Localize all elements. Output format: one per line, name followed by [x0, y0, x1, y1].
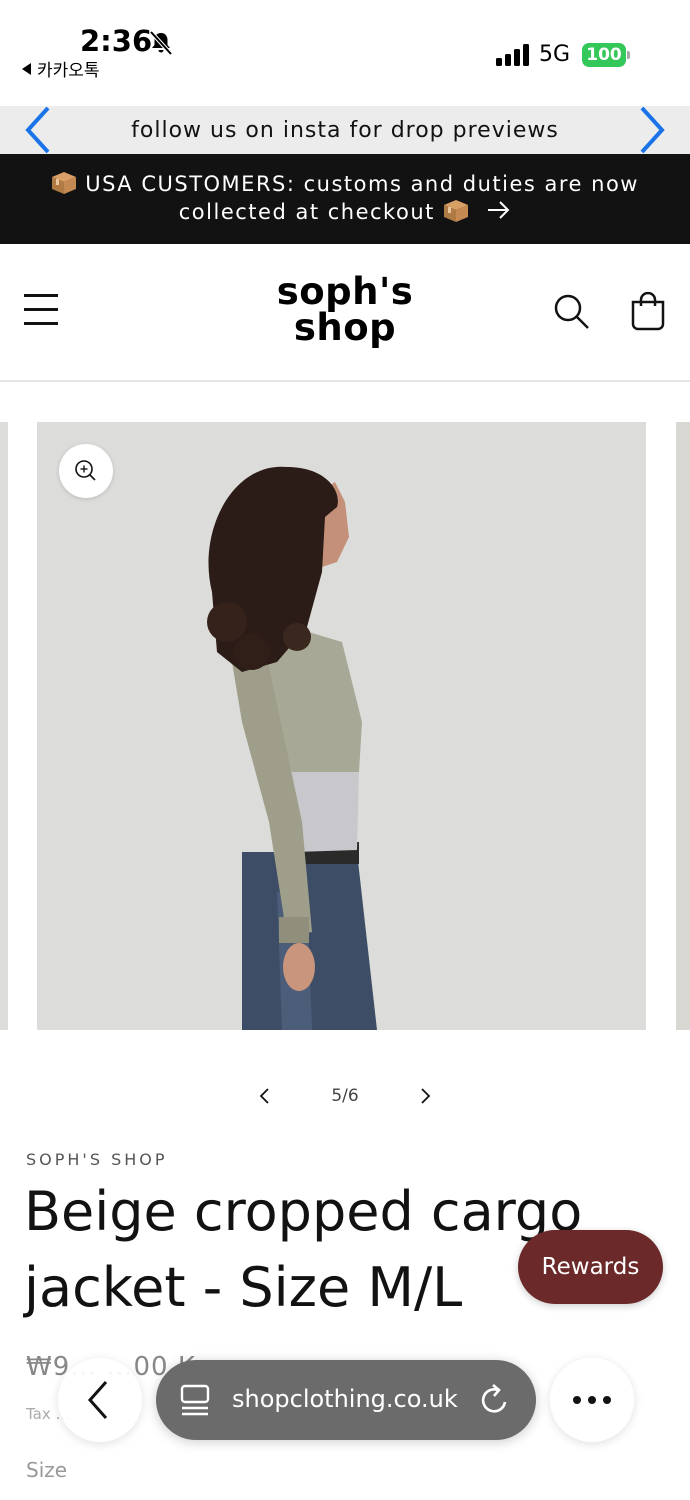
promo-text: follow us on insta for drop previews	[131, 117, 559, 143]
browser-back-button[interactable]	[58, 1358, 142, 1442]
customs-text-line-1: USA CUSTOMERS: customs and duties are no…	[85, 172, 639, 196]
promo-announcement-bar: follow us on insta for drop previews	[0, 106, 690, 154]
chevron-left-icon	[259, 1088, 269, 1104]
back-triangle-icon	[22, 62, 31, 75]
box-icon	[52, 172, 77, 194]
product-image[interactable]	[37, 422, 646, 1030]
product-title: Beige cropped cargo jacket - Size M/L	[24, 1180, 583, 1319]
customs-line-2: collected at checkout	[0, 198, 690, 226]
status-bar: 2:36 카카오톡 5G 100	[0, 0, 690, 106]
product-vendor: SOPH'S SHOP	[26, 1150, 168, 1169]
zoom-button[interactable]	[59, 444, 113, 498]
status-time: 2:36	[80, 24, 153, 58]
network-type: 5G	[539, 42, 571, 67]
back-app-label: 카카오톡	[37, 61, 100, 81]
customs-text-line-2: collected at checkout	[178, 200, 435, 224]
more-icon[interactable]	[550, 1358, 634, 1442]
tabs-icon	[180, 1384, 210, 1416]
url-text: shopclothing.co.uk	[232, 1385, 458, 1413]
gallery-prev-button[interactable]	[250, 1078, 280, 1114]
reload-icon[interactable]	[478, 1382, 512, 1418]
previous-slide-peek[interactable]	[0, 422, 8, 1030]
back-to-app-button[interactable]: 카카오톡	[22, 56, 100, 81]
next-slide-peek[interactable]	[676, 422, 690, 1030]
gallery-pager: 5/6	[250, 1078, 440, 1114]
chevron-left-icon	[87, 1381, 108, 1419]
customs-line-1: USA CUSTOMERS: customs and duties are no…	[0, 170, 690, 198]
site-logo[interactable]: soph's shop	[240, 270, 450, 349]
search-icon[interactable]	[552, 292, 590, 330]
battery-tip	[627, 51, 630, 59]
box-icon	[444, 200, 469, 222]
arrow-right-icon	[488, 201, 510, 219]
chevron-right-icon[interactable]	[632, 106, 672, 154]
product-photo-illustration	[37, 422, 646, 1030]
size-label: Size	[26, 1458, 68, 1482]
customs-announcement-bar[interactable]: USA CUSTOMERS: customs and duties are no…	[0, 154, 690, 244]
logo-line-1: soph's	[276, 270, 414, 313]
logo-line-2: shop	[293, 306, 397, 349]
gallery-next-button[interactable]	[410, 1078, 440, 1114]
chevron-right-icon	[421, 1088, 431, 1104]
rewards-button[interactable]: Rewards	[518, 1230, 663, 1304]
bell-slash-icon	[149, 30, 173, 56]
cart-icon[interactable]	[628, 292, 668, 332]
gallery-counter: 5/6	[331, 1086, 359, 1106]
battery-indicator: 100	[582, 43, 626, 67]
chevron-left-icon[interactable]	[18, 106, 58, 154]
signal-icon	[496, 44, 529, 66]
site-header: soph's shop	[0, 244, 690, 382]
address-bar[interactable]: shopclothing.co.uk	[156, 1360, 536, 1440]
zoom-icon	[75, 460, 96, 481]
menu-icon[interactable]	[24, 294, 60, 328]
